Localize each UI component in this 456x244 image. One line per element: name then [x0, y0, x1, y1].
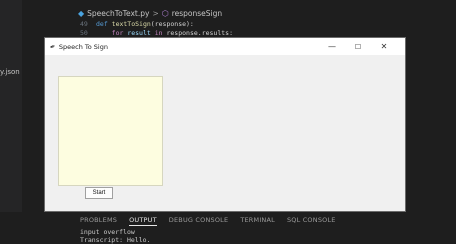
line-number: 50	[80, 29, 88, 37]
breadcrumb-file[interactable]: SpeechToText.py	[87, 9, 149, 18]
panel-tab-terminal[interactable]: TERMINAL	[240, 216, 275, 226]
output-line: Transcript: Hello.	[80, 236, 151, 244]
code-token: (response):	[150, 20, 194, 28]
panel-tab-problems[interactable]: PROBLEMS	[80, 216, 117, 226]
start-button[interactable]: Start	[85, 187, 113, 199]
window-titlebar[interactable]: ✒ Speech To Sign — ☐ ✕	[45, 38, 405, 55]
output-line: input overflow	[80, 228, 135, 236]
panel-tab-debug-console[interactable]: DEBUG CONSOLE	[169, 216, 229, 226]
explorer-file-item[interactable]: y.json	[0, 68, 20, 76]
panel-tab-sql-console[interactable]: SQL CONSOLE	[287, 216, 336, 226]
sign-display-canvas	[58, 76, 163, 186]
close-button[interactable]: ✕	[371, 40, 397, 53]
speech-to-sign-window: ✒ Speech To Sign — ☐ ✕ Start	[45, 38, 405, 211]
explorer-sidebar: y.json	[0, 0, 22, 244]
python-file-icon: ◆	[78, 8, 85, 18]
panel-tab-output[interactable]: OUTPUT	[129, 216, 157, 226]
maximize-button[interactable]: ☐	[345, 40, 371, 53]
code-line[interactable]: 50 for result in response.results:	[80, 29, 233, 38]
code-token: for	[96, 29, 128, 37]
breadcrumb-symbol[interactable]: responseSign	[172, 9, 222, 18]
code-token: def	[96, 20, 112, 28]
code-token: in	[154, 29, 167, 37]
window-title: Speech To Sign	[58, 42, 108, 51]
breadcrumb: ◆ SpeechToText.py > ⬡ responseSign	[78, 7, 222, 19]
code-line[interactable]: 49 def textToSign(response):	[80, 20, 194, 29]
code-token: response.results:	[166, 29, 233, 37]
panel-tabs: PROBLEMS OUTPUT DEBUG CONSOLE TERMINAL SQL C…	[80, 216, 336, 226]
feather-icon: ✒	[48, 41, 58, 52]
code-token: result	[127, 29, 155, 37]
line-number: 49	[80, 20, 88, 28]
window-controls: — ☐ ✕	[319, 40, 397, 53]
breadcrumb-separator: >	[152, 8, 159, 18]
code-token: textToSign	[111, 20, 151, 28]
minimize-button[interactable]: —	[319, 40, 345, 53]
function-symbol-icon: ⬡	[161, 8, 169, 18]
